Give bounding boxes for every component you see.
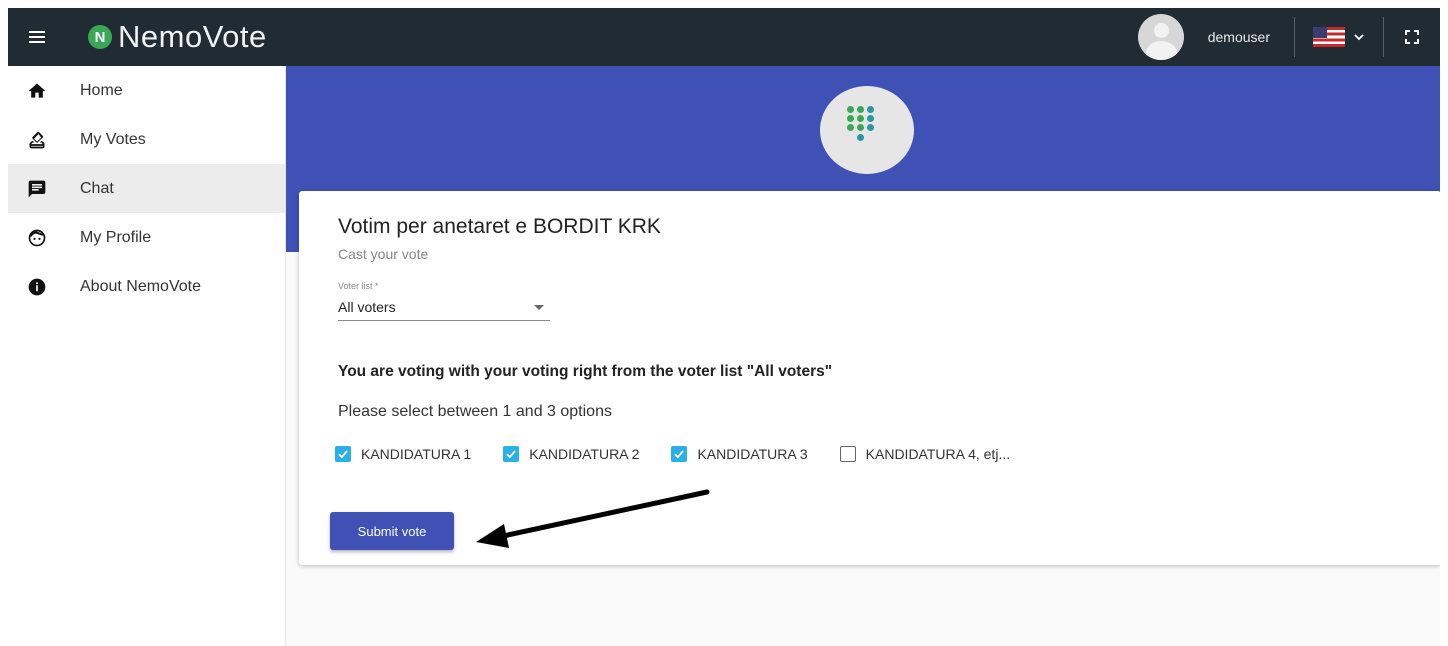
option-kandidatura-4[interactable]: KANDIDATURA 4, etj... xyxy=(839,446,1011,462)
chevron-down-icon xyxy=(1354,34,1364,41)
sidebar: Home My Votes Chat My Profile About Nemo… xyxy=(8,66,286,646)
option-kandidatura-2[interactable]: KANDIDATURA 2 xyxy=(503,446,639,462)
voter-list-label: Voter list * xyxy=(338,281,379,291)
dropdown-arrow-icon xyxy=(534,305,544,310)
option-kandidatura-3[interactable]: KANDIDATURA 3 xyxy=(671,446,808,462)
username[interactable]: demouser xyxy=(1208,29,1270,45)
vote-subtitle: Cast your vote xyxy=(338,246,429,262)
checkbox-unchecked-icon[interactable] xyxy=(839,446,856,462)
ballot-icon xyxy=(26,129,48,151)
app-frame: N NemoVote demouser Home My Votes Chat M… xyxy=(8,8,1440,646)
option-kandidatura-1[interactable]: KANDIDATURA 1 xyxy=(335,446,471,462)
user-avatar[interactable] xyxy=(1137,14,1184,60)
app-logo[interactable]: N NemoVote xyxy=(88,19,267,55)
sidebar-item-my-votes[interactable]: My Votes xyxy=(8,115,285,164)
logo-badge: N xyxy=(88,25,112,49)
top-bar-actions: demouser xyxy=(1137,8,1440,66)
checkbox-checked-icon[interactable] xyxy=(335,446,351,462)
info-icon xyxy=(26,276,48,298)
fullscreen-icon[interactable] xyxy=(1384,8,1440,66)
language-selector[interactable] xyxy=(1295,8,1383,66)
option-label: KANDIDATURA 1 xyxy=(361,446,472,462)
selection-instruction: Please select between 1 and 3 options xyxy=(338,403,612,420)
sidebar-item-label: My Profile xyxy=(80,228,152,246)
home-icon xyxy=(26,80,48,102)
nemovote-emblem xyxy=(820,86,914,174)
checkbox-checked-icon[interactable] xyxy=(503,446,520,462)
top-bar: N NemoVote demouser xyxy=(8,8,1440,66)
menu-icon[interactable] xyxy=(8,8,66,66)
option-label: KANDIDATURA 2 xyxy=(529,446,640,462)
sidebar-item-home[interactable]: Home xyxy=(8,66,285,115)
sidebar-item-label: Home xyxy=(80,81,123,99)
annotation-arrow-icon xyxy=(476,489,710,548)
face-icon xyxy=(26,227,48,249)
sidebar-item-my-profile[interactable]: My Profile xyxy=(8,213,285,262)
sidebar-item-about[interactable]: About NemoVote xyxy=(8,262,285,311)
voting-right-notice: You are voting with your voting right fr… xyxy=(338,363,833,380)
sidebar-item-label: My Votes xyxy=(80,130,146,148)
option-label: KANDIDATURA 4, etj... xyxy=(865,446,1011,462)
sidebar-item-label: About NemoVote xyxy=(80,277,201,295)
voter-list-select[interactable]: All voters xyxy=(338,295,550,321)
chat-icon xyxy=(26,178,48,200)
submit-vote-button[interactable]: Submit vote xyxy=(330,512,454,550)
us-flag-icon xyxy=(1313,27,1345,47)
voter-list-value: All voters xyxy=(338,299,396,315)
vote-options: KANDIDATURA 1 KANDIDATURA 2 KANDIDATURA … xyxy=(335,446,1042,462)
sidebar-item-label: Chat xyxy=(80,179,114,197)
app-name: NemoVote xyxy=(118,19,267,54)
checkbox-checked-icon[interactable] xyxy=(671,446,688,462)
vote-title: Votim per anetaret e BORDIT KRK xyxy=(338,215,661,238)
sidebar-item-chat[interactable]: Chat xyxy=(8,164,285,213)
option-label: KANDIDATURA 3 xyxy=(697,446,808,462)
